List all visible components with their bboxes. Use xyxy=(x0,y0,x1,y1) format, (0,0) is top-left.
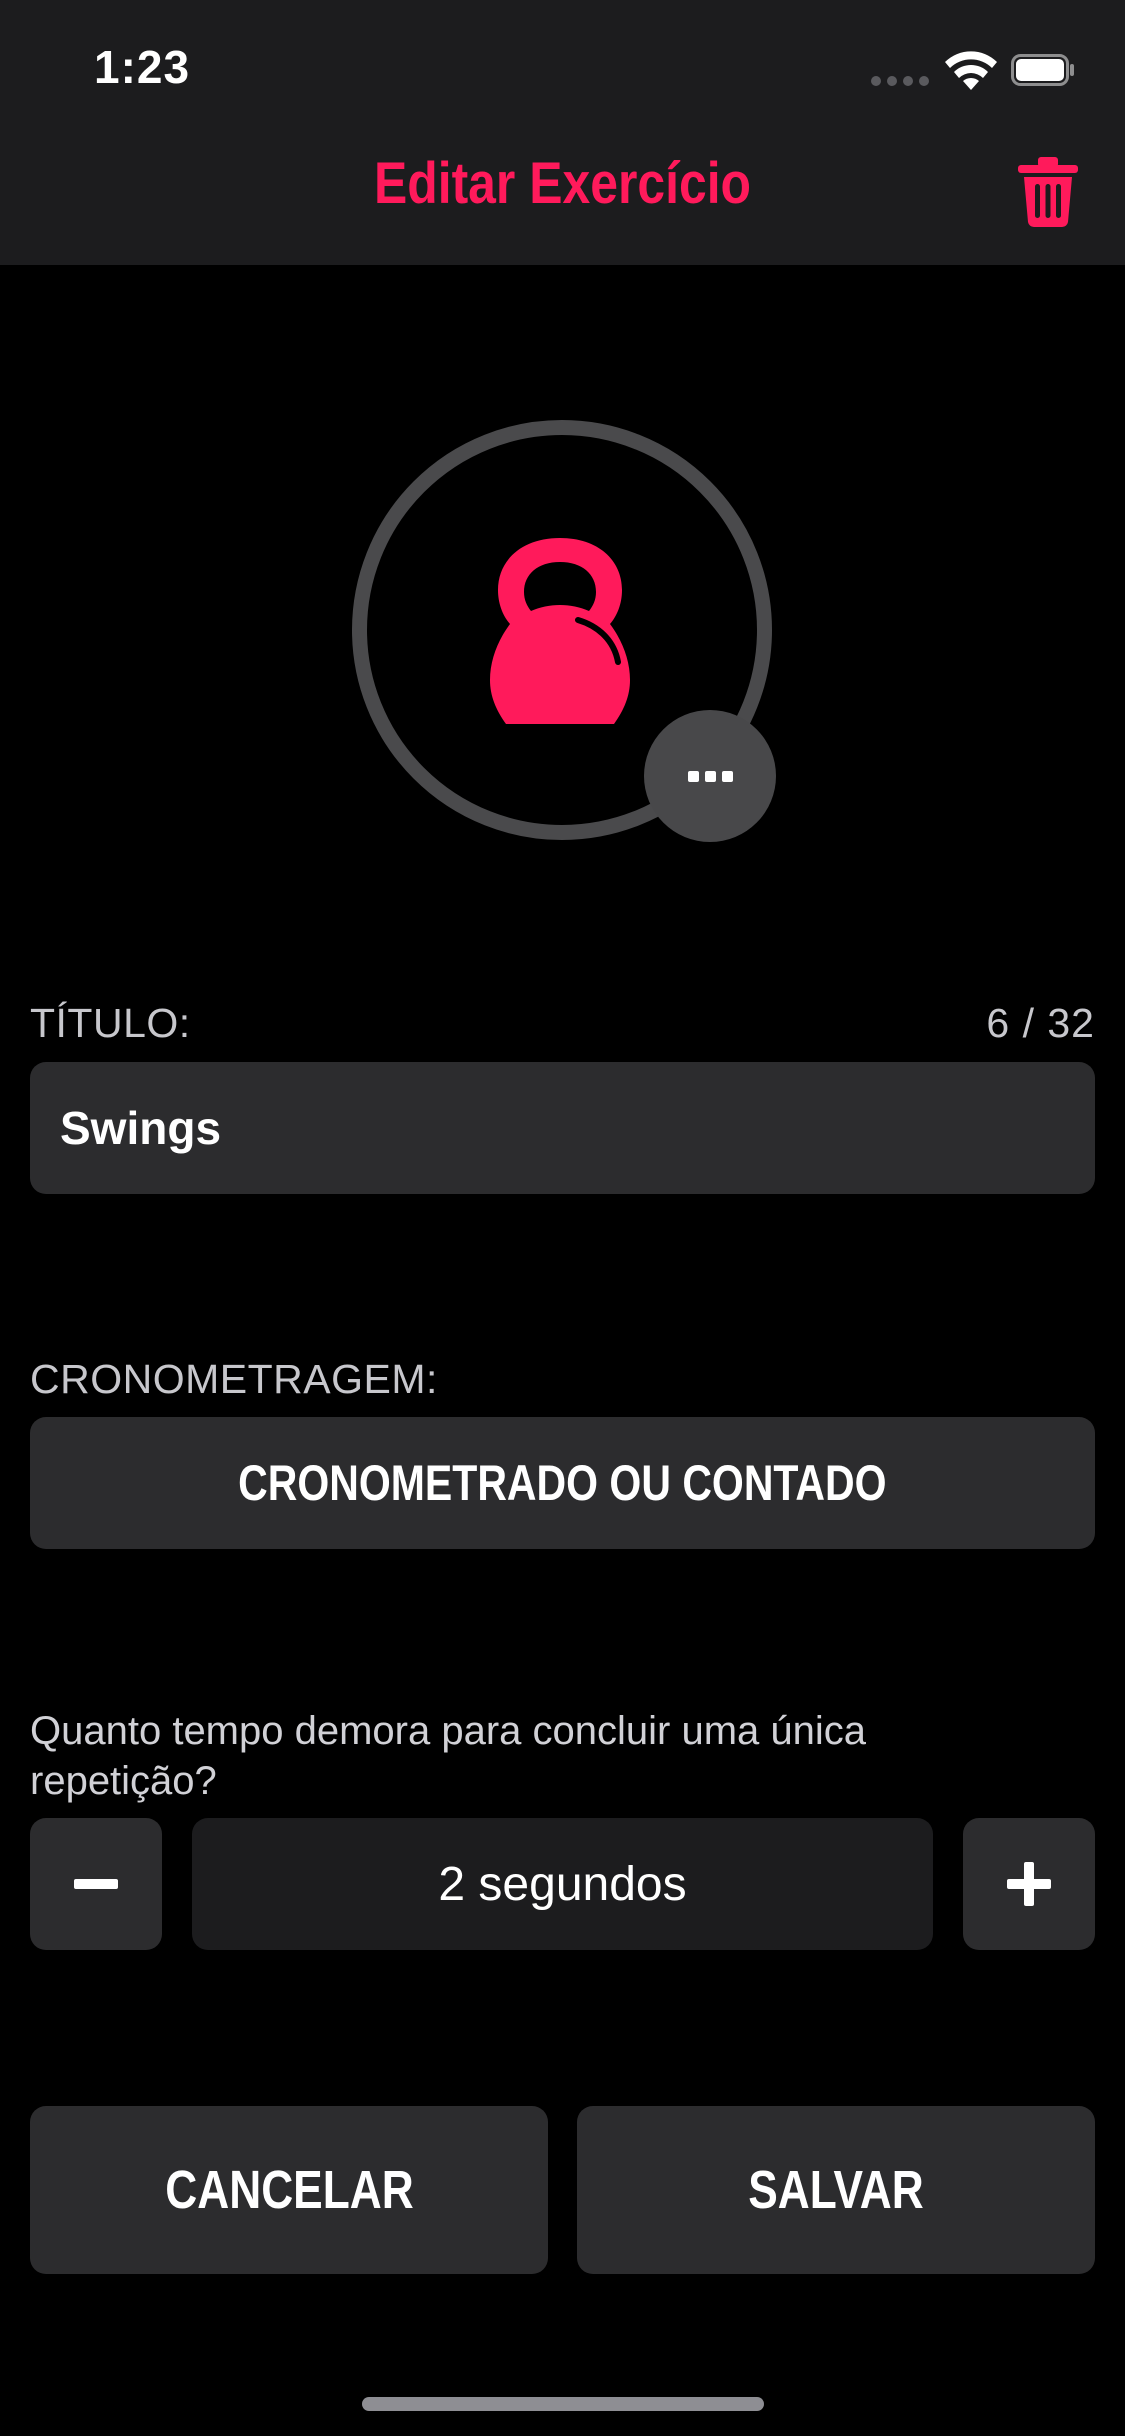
save-button-label: SALVAR xyxy=(748,2160,924,2220)
more-options-button[interactable] xyxy=(644,710,776,842)
wifi-icon xyxy=(945,51,997,90)
status-time: 1:23 xyxy=(94,41,191,93)
repetition-duration-value: 2 segundos xyxy=(192,1818,933,1950)
timing-label: CRONOMETRAGEM: xyxy=(30,1356,438,1402)
cancel-button-label: CANCELAR xyxy=(164,2160,414,2220)
page-title: Editar Exercício xyxy=(373,151,752,216)
increment-button[interactable] xyxy=(963,1818,1095,1950)
decrement-button[interactable] xyxy=(30,1818,162,1950)
ellipsis-icon xyxy=(687,770,699,782)
title-input[interactable] xyxy=(30,1062,1095,1194)
battery-icon xyxy=(1011,54,1074,86)
timing-mode-button[interactable]: CRONOMETRADO OU CONTADO xyxy=(30,1417,1095,1549)
repetition-question: Quanto tempo demora para concluir uma ún… xyxy=(30,1709,867,1803)
timing-mode-label: CRONOMETRADO OU CONTADO xyxy=(238,1455,887,1511)
status-indicators xyxy=(871,50,1081,90)
plus-icon xyxy=(1007,1862,1051,1906)
minus-icon xyxy=(74,1879,118,1889)
cancel-button[interactable]: CANCELAR xyxy=(30,2106,548,2274)
delete-button[interactable] xyxy=(1016,156,1080,228)
cellular-signal-icon xyxy=(871,76,929,86)
kettlebell-icon xyxy=(490,538,630,724)
title-char-counter: 6 / 32 xyxy=(986,1000,1095,1046)
top-bar: 1:23 Editar Exercício xyxy=(0,0,1125,265)
save-button[interactable]: SALVAR xyxy=(577,2106,1095,2274)
title-label: TÍTULO: xyxy=(30,1000,191,1046)
trash-icon xyxy=(1018,157,1078,228)
home-indicator xyxy=(362,2397,764,2411)
